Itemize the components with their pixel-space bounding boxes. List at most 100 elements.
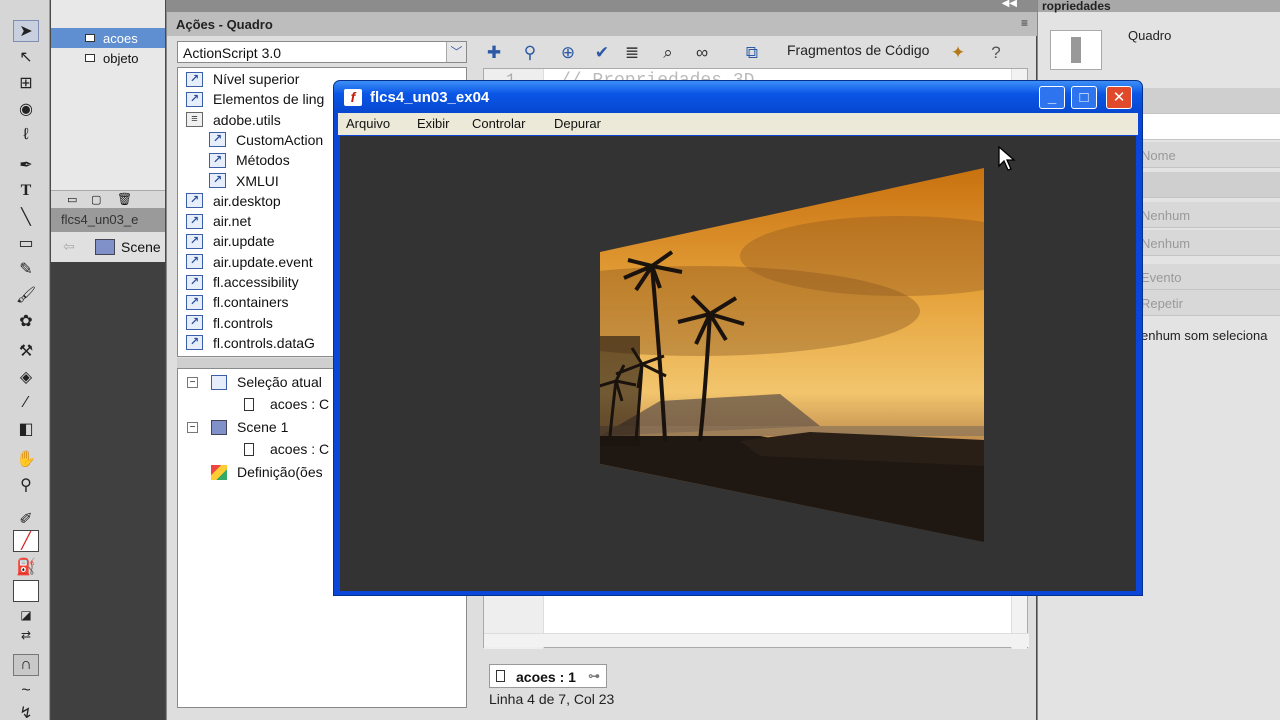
menu-exibir[interactable]: Exibir [417,116,450,131]
bone-tool-icon[interactable]: ⚒ [13,340,39,362]
zoom-tool-icon[interactable]: ⚲ [13,474,39,496]
panel-top-strip: ◀◀ [167,0,1037,12]
code-hint-icon[interactable]: ⌕ [657,42,679,64]
layer-objeto[interactable]: objeto [51,48,165,68]
toolbox-item[interactable]: ↗ Nível superior [186,69,299,89]
navigator-item[interactable]: acoes : C [244,438,329,460]
toolbox-item[interactable]: ≡ adobe.utils [186,110,281,130]
back-arrow-icon[interactable]: ⇦ [63,238,75,255]
toolbox-item[interactable]: ↗ air.update [186,231,275,251]
auto-format-icon[interactable]: ≣ [621,42,643,64]
script-assist-wand-icon[interactable]: ✦ [947,42,969,64]
new-layer-icon[interactable]: ▭ [67,193,77,206]
selection-tool-icon[interactable]: ➤ [13,20,39,42]
fill-color-icon[interactable]: ╱ [13,530,39,552]
toolbox-item[interactable]: ↗ fl.accessibility [186,272,299,292]
navigator-item[interactable]: Definição(ões [187,461,323,483]
toolbox-item[interactable]: ↗ CustomAction [209,130,323,150]
toolbox-item[interactable]: ↗ XMLUI [209,171,279,191]
brush-tool-icon[interactable]: 🖌 [13,284,39,306]
tools-panel: ➤ ↖ ⊞ ◉ ℓ ✒ T ╲ ▭ ✎ 🖌 ✿ ⚒ ◈ ⁄ ◧ ✋ ⚲ ✐ ╱ … [0,0,50,720]
toolbox-item[interactable]: ↗ air.update.event [186,252,313,272]
collapse-icon[interactable]: − [187,376,198,388]
edit-bar: ⇦ Scene [51,232,165,262]
toolbox-item[interactable]: ↗ fl.controls.dataG [186,333,315,353]
debug-options-icon[interactable]: ∞ [691,42,713,64]
maximize-button[interactable]: □ [1071,86,1097,109]
help-icon[interactable]: ? [985,42,1007,64]
layer-acoes[interactable]: acoes [51,28,165,48]
target-path-icon[interactable]: ⊕ [557,42,579,64]
props-row-label: Nenhum [1141,208,1191,223]
straighten-icon[interactable]: ↯ [13,702,39,720]
navigator-item[interactable]: acoes : C [244,393,329,415]
toolbox-item[interactable]: ↗ Elementos de ling [186,89,324,109]
toolbox-item[interactable]: ↗ fl.containers [186,292,288,312]
toolbox-item[interactable]: ↗ Métodos [209,150,290,170]
scene-label[interactable]: Scene [121,239,161,255]
toolbox-item-label: fl.controls [213,314,273,331]
language-select[interactable]: ActionScript 3.0 ﹀ [177,41,467,63]
swf-player-window: f flcs4_un03_ex04 _ □ ✕ Arquivo Exibir C… [333,80,1143,596]
swf-stage[interactable] [340,136,1136,591]
code-snippets-button[interactable]: Fragmentos de Código [787,42,929,58]
toolbox-item-label: XMLUI [236,172,279,189]
pin-icon[interactable]: ⊶ [588,669,600,683]
3d-rotation-tool-icon[interactable]: ◉ [13,98,39,120]
fill-bucket-color-icon[interactable]: ⛽ [13,556,39,578]
toolbox-item[interactable]: ↗ air.net [186,211,251,231]
book-icon: ↗ [186,213,203,229]
line-tool-icon[interactable]: ╲ [13,206,39,228]
new-folder-icon[interactable]: ▢ [91,193,101,206]
menu-depurar[interactable]: Depurar [554,116,601,131]
lasso-tool-icon[interactable]: ℓ [13,124,39,146]
text-tool-icon[interactable]: T [13,180,39,202]
snap-magnet-icon[interactable]: ∩ [13,654,39,676]
props-row-label: Nenhum [1141,236,1191,251]
collapse-panel-icon[interactable]: ◀◀ [1002,0,1017,9]
paint-bucket-tool-icon[interactable]: ◈ [13,366,39,388]
free-transform-tool-icon[interactable]: ⊞ [13,72,39,94]
navigator-item-label: Definição(ões [237,464,323,480]
eyedropper-tool-icon[interactable]: ⁄ [13,392,39,414]
menu-arquivo[interactable]: Arquivo [346,116,390,131]
toolbox-item[interactable]: ↗ fl.controls [186,313,273,333]
fill-swatch-icon[interactable] [13,580,39,602]
trash-icon[interactable]: 🗑 [117,192,132,206]
pencil-tool-icon[interactable]: ✎ [13,258,39,280]
collapse-icon[interactable]: − [187,421,198,433]
pen-tool-icon[interactable]: ✒ [13,154,39,176]
navigator-item[interactable]: − Scene 1 [187,416,288,438]
smooth-icon[interactable]: ~ [13,680,39,702]
chevron-down-icon[interactable]: ﹀ [446,42,466,62]
window-titlebar[interactable]: f flcs4_un03_ex04 _ □ ✕ [334,81,1142,113]
script-tab[interactable]: acoes : 1 ⊶ [489,664,607,688]
hand-tool-icon[interactable]: ✋ [13,448,39,470]
eraser-tool-icon[interactable]: ◧ [13,418,39,440]
menu-controlar[interactable]: Controlar [472,116,525,131]
horizontal-scrollbar[interactable] [484,633,1029,647]
toolbox-item-label: adobe.utils [213,111,281,128]
check-syntax-icon[interactable]: ✔ [591,42,613,64]
document-tab[interactable]: flcs4_un03_e [51,208,165,232]
panel-menu-icon[interactable]: ≡ [1021,16,1028,30]
swap-colors-icon[interactable]: ⇄ [13,624,39,646]
mouse-cursor-icon [998,146,1016,171]
add-item-icon[interactable]: ✚ [483,42,505,64]
find-icon[interactable]: ⚲ [519,42,541,64]
navigator-item[interactable]: − Seleção atual [187,371,322,393]
minimize-button[interactable]: _ [1039,86,1065,109]
navigator-item-label: acoes : C [270,441,330,457]
stroke-color-icon[interactable]: ✐ [13,508,39,530]
code-snippets-icon[interactable]: ⧉ [741,42,763,64]
definitions-icon [211,464,227,480]
subselection-tool-icon[interactable]: ↖ [13,46,39,68]
close-button[interactable]: ✕ [1106,86,1132,109]
rectangle-tool-icon[interactable]: ▭ [13,232,39,254]
flash-player-icon: f [344,89,362,106]
stage-background [51,262,165,720]
scene-icon [95,239,115,255]
deco-tool-icon[interactable]: ✿ [13,310,39,332]
default-colors-icon[interactable]: ◪ [13,604,39,626]
toolbox-item[interactable]: ↗ air.desktop [186,191,281,211]
